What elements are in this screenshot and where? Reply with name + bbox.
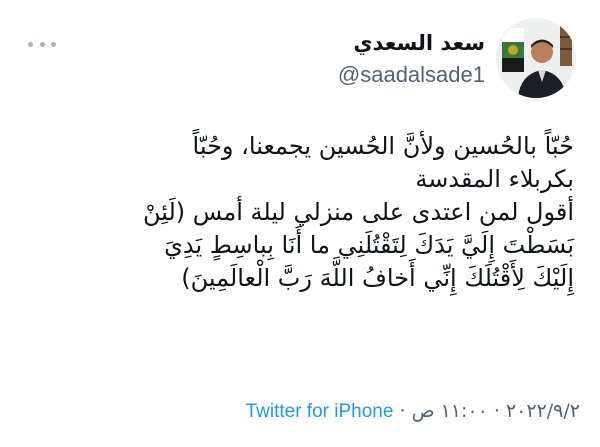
meta-separator: · [493, 400, 500, 422]
tweet-text: حُبّاً بالحُسين ولأنَّ الحُسين يجمعنا، و… [26, 130, 574, 295]
tweet-date: ٢٠٢٢/٩/٢ [505, 400, 580, 422]
meta-separator: · [399, 400, 406, 422]
tweet-source-link[interactable]: Twitter for iPhone [246, 401, 394, 422]
author-display-name[interactable]: سعد السعدي [353, 30, 485, 56]
more-dot-icon [28, 41, 33, 47]
tweet-text-line: حُبّاً بالحُسين ولأنَّ الحُسين يجمعنا، و… [192, 132, 574, 160]
author-handle[interactable]: @saadalsade1 [338, 62, 485, 88]
more-dot-icon [39, 41, 45, 47]
profile-photo-icon [496, 18, 576, 98]
avatar[interactable] [496, 18, 576, 98]
tweet-text-line: بَسَطْتَ إِلَيَّ يَدَكَ لِتَقْتُلَنِي ما… [164, 231, 574, 259]
tweet-text-line: بكربلاء المقدسة [415, 165, 574, 193]
tweet-meta: ٢٠٢٢/٩/٢ · ١١:٠٠ ص · Twitter for iPhone [150, 398, 580, 425]
tweet-card: سعد السعدي @saadalsade1 حُبّاً بالحُسين … [0, 0, 600, 447]
tweet-text-line: إِلَيْكَ لِأَقْتُلَكَ إِنِّي أَخافُ اللَ… [181, 264, 574, 292]
tweet-time[interactable]: ١١:٠٠ ص [412, 400, 488, 422]
tweet-text-line: أقول لمن اعتدى على منزلي ليلة أمس (لَئِن… [142, 198, 574, 226]
more-dot-icon [51, 41, 56, 47]
more-options-button[interactable] [28, 34, 56, 54]
